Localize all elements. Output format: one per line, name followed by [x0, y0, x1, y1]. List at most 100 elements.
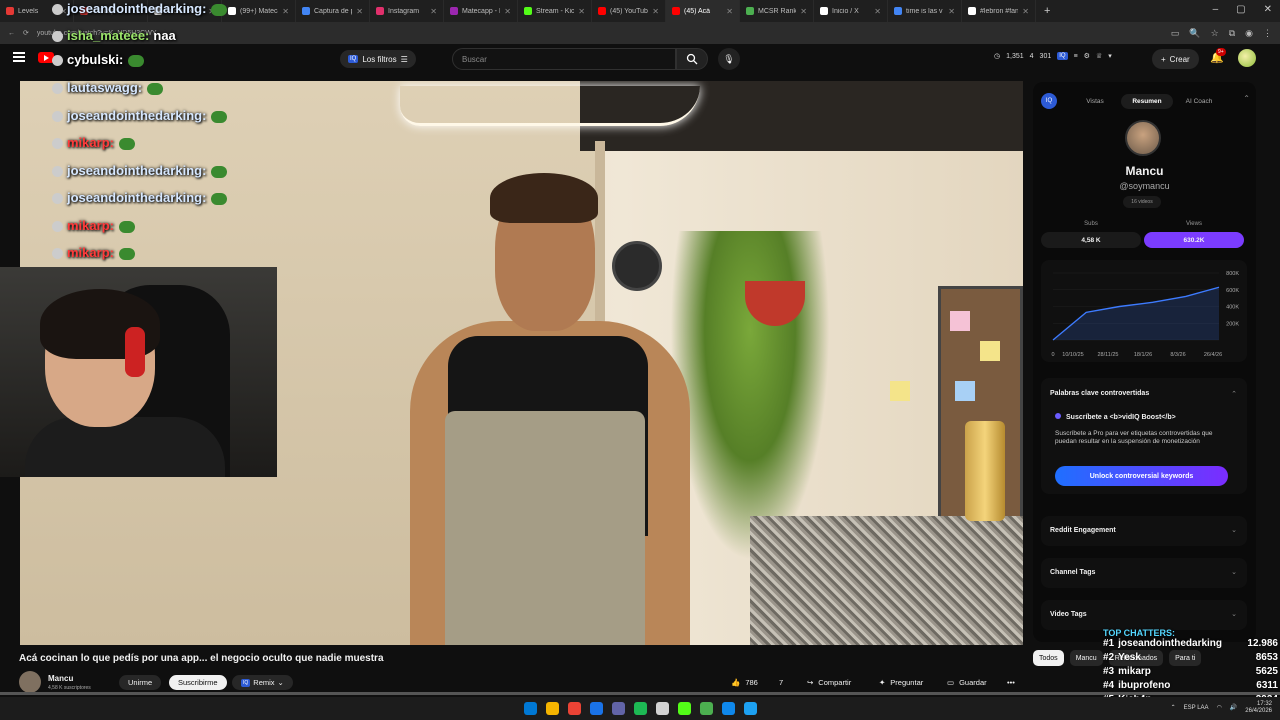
chevron-up-icon[interactable]: ⌃ [1231, 390, 1237, 398]
reddit-engagement-section[interactable]: Reddit Engagement ⌄ [1041, 516, 1247, 546]
taskbar-app-icon[interactable] [743, 702, 757, 715]
vidiq-badge[interactable]: IQ [1057, 52, 1068, 60]
taskbar-app-icon[interactable] [633, 702, 647, 715]
taskbar-app-icon[interactable] [611, 702, 625, 715]
search-input[interactable]: Buscar [452, 48, 676, 70]
windows-start-icon[interactable] [523, 702, 537, 715]
close-tab-icon[interactable]: ✕ [726, 7, 733, 16]
address-bar[interactable]: ← ⟳ youtube.com/watch?v=K_ND5H3CWY ▭ 🔍 ☆… [0, 22, 1280, 44]
taskbar-app-icon[interactable] [655, 702, 669, 715]
list-icon[interactable]: ≡ [1074, 53, 1078, 60]
trophy-icon[interactable]: ♕ [1096, 52, 1102, 60]
close-tab-icon[interactable]: ✕ [652, 7, 659, 16]
taskbar-app-icon[interactable] [721, 702, 735, 715]
chevron-up-icon[interactable]: ⌃ [1243, 94, 1250, 103]
channel-name[interactable]: Mancu [48, 674, 73, 683]
kebab-menu-icon[interactable]: ⋮ [1263, 28, 1272, 39]
browser-tab[interactable]: time is las v ✕ [888, 0, 962, 22]
save-button[interactable]: ▭ Guardar [947, 675, 987, 690]
url-text[interactable]: youtube.com/watch?v=K_ND5H3CWY [37, 30, 1163, 37]
close-tab-icon[interactable]: ✕ [430, 7, 437, 16]
search-button[interactable] [676, 48, 708, 70]
chevron-up-icon[interactable]: ⌃ [1171, 704, 1176, 711]
close-tab-icon[interactable]: ✕ [578, 7, 585, 16]
close-tab-icon[interactable]: ✕ [800, 7, 807, 16]
channel-avatar[interactable] [19, 671, 41, 693]
maximize-icon[interactable]: ▢ [1236, 4, 1245, 15]
browser-tab[interactable]: Matecapp - K ✕ [444, 0, 518, 22]
chip-mancu[interactable]: Mancu [1069, 650, 1103, 666]
browser-tab[interactable]: (99+) Matecap ✕ [222, 0, 296, 22]
subscribe-button[interactable]: Suscribirme [169, 675, 227, 690]
video-progress-bar[interactable] [0, 692, 1280, 695]
filters-button[interactable]: IQ Los filtros ☰ [340, 50, 416, 68]
more-actions-button[interactable]: ••• [1007, 675, 1015, 690]
join-button[interactable]: Unirme [119, 675, 162, 690]
dropdown-icon[interactable]: ▾ [1108, 52, 1112, 60]
zoom-icon[interactable]: 🔍 [1189, 28, 1200, 39]
unlock-keywords-button[interactable]: Unlock controversial keywords [1055, 466, 1228, 486]
close-tab-icon[interactable]: ✕ [948, 7, 955, 16]
clock[interactable]: 17:32 26/4/2026 [1245, 701, 1272, 714]
profile-icon[interactable]: ◉ [1245, 28, 1253, 39]
voice-search-button[interactable]: 🎙 [718, 48, 740, 70]
new-tab-icon[interactable]: + [1036, 5, 1058, 17]
wifi-icon[interactable]: ◠ [1217, 704, 1222, 711]
hamburger-menu-icon[interactable] [13, 52, 25, 62]
taskbar-app-icon[interactable] [567, 702, 581, 715]
browser-tab[interactable]: (45) Acá ✕ [666, 0, 740, 22]
dislike-button[interactable]: 7 [779, 675, 783, 690]
chart-y-tick: 600K [1226, 288, 1239, 294]
browser-tab[interactable]: Inicio / X ✕ [814, 0, 888, 22]
chip-todos[interactable]: Todos [1033, 650, 1064, 666]
browser-tab[interactable]: Stream - Kick ✕ [518, 0, 592, 22]
extensions-icon[interactable]: ⧉ [1229, 28, 1235, 39]
browser-tab[interactable]: (45) YouTube ✕ [592, 0, 666, 22]
language-indicator[interactable]: ESP LAA [1184, 705, 1209, 711]
chatter-rank: #1 [1103, 638, 1115, 649]
account-avatar[interactable] [1238, 49, 1256, 67]
star-icon[interactable]: ☆ [1211, 28, 1219, 39]
ask-button[interactable]: ✦ Preguntar [879, 675, 923, 690]
chat-username: joseandointhedarking: [67, 1, 207, 16]
browser-tab[interactable]: #lebron #fan ✕ [962, 0, 1036, 22]
taskbar-app-icon[interactable] [677, 702, 691, 715]
reload-icon[interactable]: ⟳ [23, 29, 29, 37]
browser-tab[interactable]: MCSR Rankin ✕ [740, 0, 814, 22]
close-tab-icon[interactable]: ✕ [356, 7, 363, 16]
settings-icon[interactable]: ⚙ [1084, 52, 1090, 60]
filters-label: Los filtros [362, 54, 397, 64]
taskbar-app-icon[interactable] [699, 702, 713, 715]
tab-resumen[interactable]: Resumen [1121, 93, 1173, 109]
browser-tab[interactable]: Instagram ✕ [370, 0, 444, 22]
volume-icon[interactable]: 🔊 [1230, 704, 1237, 711]
cast-icon[interactable]: ▭ [1171, 28, 1180, 39]
remix-button[interactable]: IQ Remix ⌄ [232, 675, 293, 690]
vidiq-tabs: IQ Vistas Resumen AI Coach [1041, 92, 1246, 110]
tab-vistas[interactable]: Vistas [1069, 94, 1121, 109]
tab-favicon-icon [524, 7, 532, 15]
close-tab-icon[interactable]: ✕ [1022, 7, 1029, 16]
close-tab-icon[interactable]: ✕ [282, 7, 289, 16]
browser-tab[interactable]: Captura de p ✕ [296, 0, 370, 22]
clock-date: 26/4/2026 [1245, 707, 1272, 714]
taskbar-app-icon[interactable] [589, 702, 603, 715]
channel-tags-section[interactable]: Channel Tags ⌄ [1041, 558, 1247, 588]
taskbar-app-icon[interactable] [545, 702, 559, 715]
close-icon[interactable]: ✕ [1264, 4, 1272, 15]
share-button[interactable]: ↪ Compartir [807, 675, 851, 690]
close-tab-icon[interactable]: ✕ [874, 7, 881, 16]
views-value[interactable]: 630.2K [1144, 232, 1244, 248]
minimize-icon[interactable]: – [1213, 4, 1219, 15]
tab-ai-coach[interactable]: AI Coach [1173, 94, 1225, 109]
video-tags-section[interactable]: Video Tags ⌄ [1041, 600, 1247, 630]
vidiq-logo-icon[interactable]: IQ [1041, 93, 1057, 109]
subs-value[interactable]: 4,58 K [1041, 232, 1141, 248]
video-frame-note [980, 341, 1000, 361]
section-title[interactable]: Palabras clave controvertidas [1050, 390, 1149, 397]
back-icon[interactable]: ← [8, 30, 15, 37]
create-button[interactable]: + Crear [1152, 49, 1199, 69]
tab-favicon-icon [6, 7, 14, 15]
like-button[interactable]: 👍 786 [731, 675, 758, 690]
close-tab-icon[interactable]: ✕ [504, 7, 511, 16]
